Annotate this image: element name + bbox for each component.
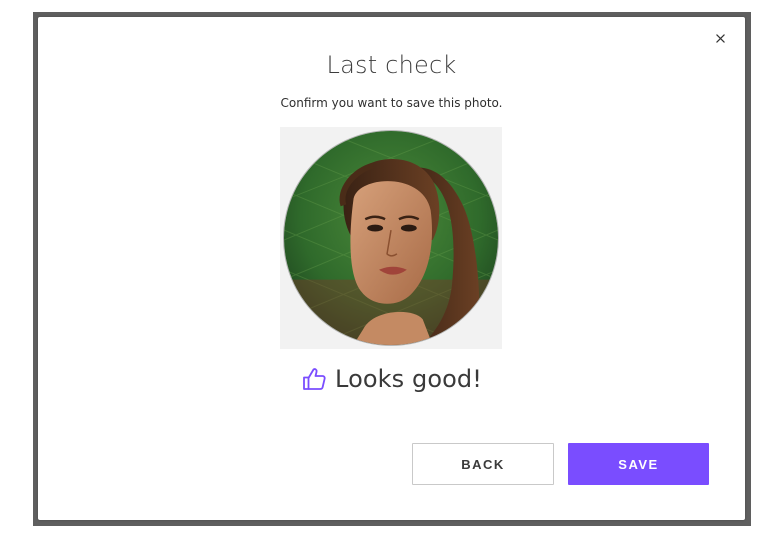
back-button[interactable]: BACK — [412, 443, 554, 485]
status-text: Looks good! — [335, 365, 482, 393]
close-button[interactable] — [711, 29, 729, 47]
close-icon — [715, 33, 725, 43]
dialog-subtitle: Confirm you want to save this photo. — [280, 96, 503, 110]
thumbs-up-icon — [301, 366, 327, 392]
status-row: Looks good! — [38, 365, 745, 393]
photo-image — [284, 131, 498, 345]
confirm-photo-dialog: Last check Confirm you want to save this… — [38, 17, 745, 520]
dialog-title: Last check — [326, 51, 457, 79]
photo-preview — [280, 127, 502, 349]
profile-photo — [283, 130, 499, 346]
save-button[interactable]: SAVE — [568, 443, 709, 485]
